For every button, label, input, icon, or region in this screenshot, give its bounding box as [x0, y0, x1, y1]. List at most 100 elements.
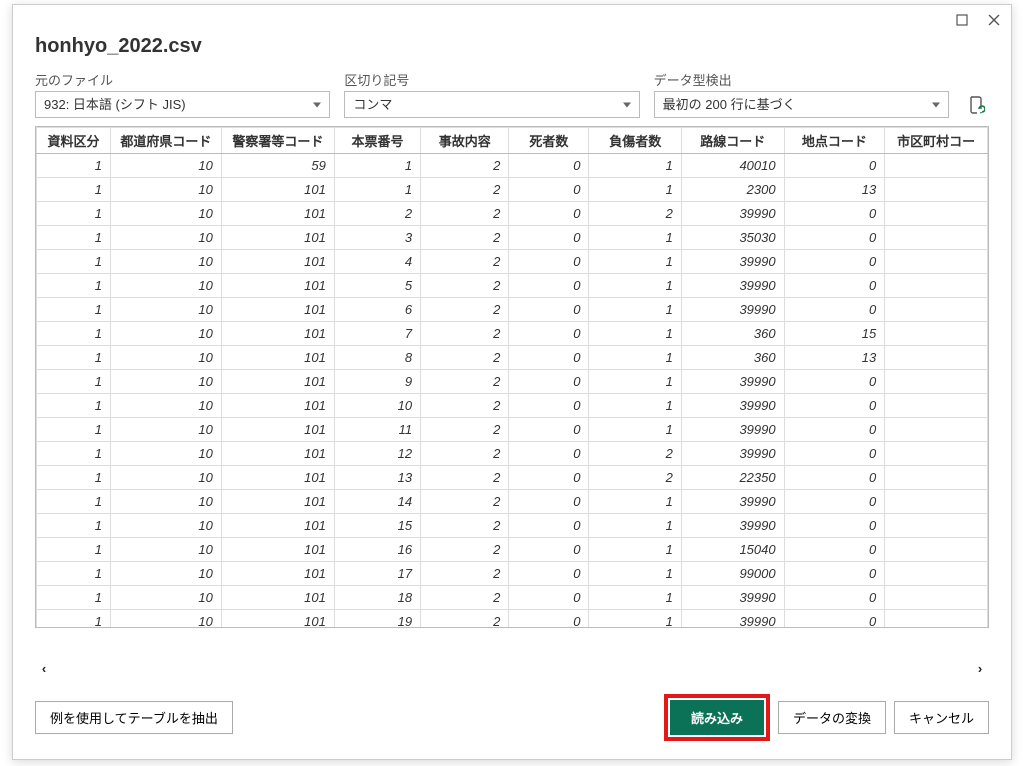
- table-cell: 0: [509, 370, 589, 394]
- table-cell: 2: [421, 346, 509, 370]
- titlebar: [13, 5, 1011, 29]
- table-cell: 0: [509, 274, 589, 298]
- table-cell: 39990: [681, 202, 784, 226]
- table-cell: 10: [110, 418, 221, 442]
- table-cell: 1: [37, 178, 111, 202]
- column-header[interactable]: 事故内容: [421, 128, 509, 154]
- dialog-footer: 例を使用してテーブルを抽出 読み込み データの変換 キャンセル: [13, 678, 1011, 759]
- column-header[interactable]: 負傷者数: [589, 128, 681, 154]
- table-cell: 10: [110, 322, 221, 346]
- table-cell: 0: [784, 298, 885, 322]
- column-header[interactable]: 地点コード: [784, 128, 885, 154]
- table-cell: 101: [221, 538, 334, 562]
- table-cell: 1: [334, 178, 420, 202]
- table-cell: 0: [784, 370, 885, 394]
- table-cell: 15040: [681, 538, 784, 562]
- table-cell: 2: [421, 178, 509, 202]
- file-origin-dropdown[interactable]: 932: 日本語 (シフト JIS): [35, 91, 330, 118]
- table-cell: 59: [221, 154, 334, 178]
- table-cell: 1: [37, 442, 111, 466]
- table-cell: [885, 562, 988, 586]
- column-header[interactable]: 資料区分: [37, 128, 111, 154]
- detect-dropdown[interactable]: 最初の 200 行に基づく: [654, 91, 949, 118]
- table-cell: [885, 586, 988, 610]
- table-cell: 2: [421, 586, 509, 610]
- table-cell: 1: [589, 322, 681, 346]
- table-cell: 0: [784, 586, 885, 610]
- table-cell: 39990: [681, 514, 784, 538]
- preview-table-scroll[interactable]: 資料区分都道府県コード警察署等コード本票番号事故内容死者数負傷者数路線コード地点…: [36, 127, 988, 627]
- table-cell: 1: [37, 586, 111, 610]
- close-icon[interactable]: [985, 11, 1003, 29]
- preview-table: 資料区分都道府県コード警察署等コード本票番号事故内容死者数負傷者数路線コード地点…: [36, 127, 988, 627]
- table-cell: 0: [784, 250, 885, 274]
- column-header[interactable]: 本票番号: [334, 128, 420, 154]
- table-cell: 2: [589, 466, 681, 490]
- table-header-row: 資料区分都道府県コード警察署等コード本票番号事故内容死者数負傷者数路線コード地点…: [37, 128, 988, 154]
- table-cell: 2: [421, 466, 509, 490]
- table-cell: 101: [221, 202, 334, 226]
- table-cell: 101: [221, 442, 334, 466]
- table-cell: 11: [334, 418, 420, 442]
- table-cell: 39990: [681, 298, 784, 322]
- file-title: honhyo_2022.csv: [35, 35, 989, 58]
- table-cell: 1: [37, 322, 111, 346]
- table-cell: 39990: [681, 418, 784, 442]
- table-cell: 99000: [681, 562, 784, 586]
- table-row: 11010118201399900: [37, 586, 988, 610]
- table-cell: 2: [421, 442, 509, 466]
- table-cell: 3: [334, 226, 420, 250]
- file-origin-group: 元のファイル 932: 日本語 (シフト JIS): [35, 70, 330, 118]
- table-cell: 1: [37, 514, 111, 538]
- table-row: 11010116201150400: [37, 538, 988, 562]
- table-cell: 6: [334, 298, 420, 322]
- extract-table-button[interactable]: 例を使用してテーブルを抽出: [35, 701, 233, 734]
- delimiter-dropdown[interactable]: コンマ: [344, 91, 639, 118]
- transform-button[interactable]: データの変換: [778, 701, 886, 734]
- table-row: 1101014201399900: [37, 250, 988, 274]
- truncated-note: [13, 632, 1011, 658]
- table-cell: 101: [221, 226, 334, 250]
- table-cell: 0: [509, 226, 589, 250]
- delimiter-label: 区切り記号: [344, 70, 639, 89]
- table-cell: 0: [509, 202, 589, 226]
- table-row: 11010112202399900: [37, 442, 988, 466]
- table-row: 110591201400100: [37, 154, 988, 178]
- table-cell: 39990: [681, 250, 784, 274]
- table-cell: 10: [110, 202, 221, 226]
- table-row: 1101013201350300: [37, 226, 988, 250]
- table-cell: 2: [421, 202, 509, 226]
- table-cell: 0: [509, 322, 589, 346]
- maximize-icon[interactable]: [953, 11, 971, 29]
- table-cell: 2: [421, 154, 509, 178]
- table-cell: 2: [421, 298, 509, 322]
- table-cell: 40010: [681, 154, 784, 178]
- table-cell: 0: [509, 154, 589, 178]
- table-cell: 39990: [681, 586, 784, 610]
- load-button[interactable]: 読み込み: [670, 700, 764, 735]
- table-cell: 101: [221, 322, 334, 346]
- scroll-left-icon[interactable]: ‹: [35, 659, 53, 677]
- table-cell: [885, 466, 988, 490]
- table-row: 11010115201399900: [37, 514, 988, 538]
- cancel-button[interactable]: キャンセル: [894, 701, 989, 734]
- table-cell: 10: [110, 370, 221, 394]
- table-body: 1105912014001001101011201230013110101220…: [37, 154, 988, 628]
- column-header[interactable]: 警察署等コード: [221, 128, 334, 154]
- table-cell: 101: [221, 610, 334, 628]
- table-cell: 13: [784, 346, 885, 370]
- scroll-right-icon[interactable]: ›: [971, 659, 989, 677]
- table-cell: 39990: [681, 370, 784, 394]
- table-cell: 2: [421, 394, 509, 418]
- column-header[interactable]: 市区町村コー: [885, 128, 988, 154]
- table-cell: 1: [589, 250, 681, 274]
- column-header[interactable]: 死者数: [509, 128, 589, 154]
- preview-table-wrap: 資料区分都道府県コード警察署等コード本票番号事故内容死者数負傷者数路線コード地点…: [35, 126, 989, 628]
- column-header[interactable]: 都道府県コード: [110, 128, 221, 154]
- table-cell: 13: [784, 178, 885, 202]
- table-cell: 101: [221, 370, 334, 394]
- refresh-icon[interactable]: [963, 91, 989, 118]
- table-cell: 1: [37, 346, 111, 370]
- column-header[interactable]: 路線コード: [681, 128, 784, 154]
- table-cell: 14: [334, 490, 420, 514]
